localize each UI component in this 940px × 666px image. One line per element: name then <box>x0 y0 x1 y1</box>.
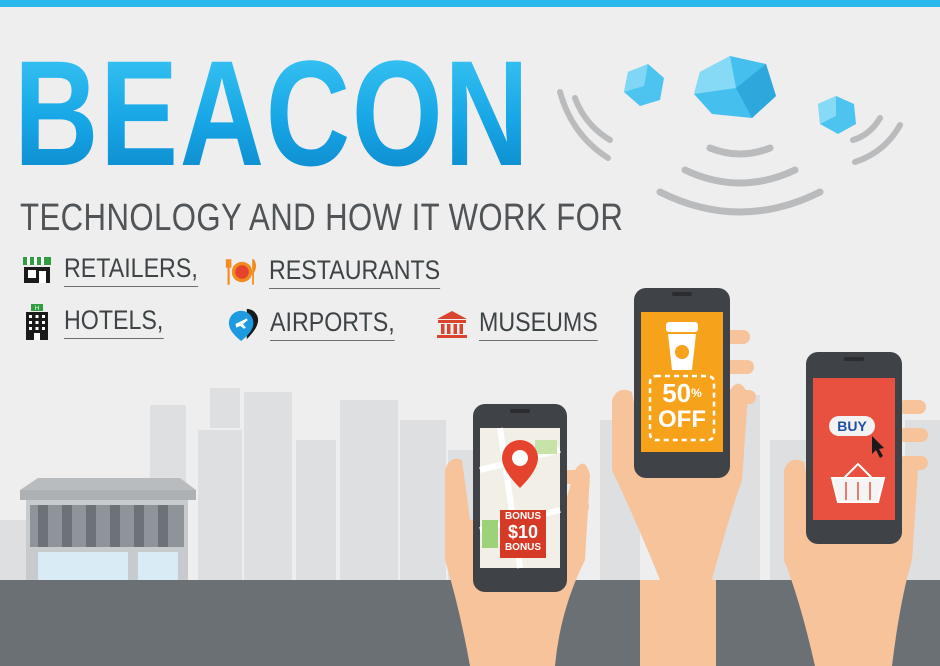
store-icon <box>20 253 54 287</box>
target-museums[interactable]: MUSEUMS <box>435 306 617 341</box>
hotel-icon: H <box>20 303 54 340</box>
phone-middle-coupon: 50% OFF <box>650 380 714 434</box>
bonus-label-bottom: BONUS <box>504 542 542 553</box>
phone-right <box>806 352 902 544</box>
page-subtitle: TECHNOLOGY AND HOW IT WORK FOR <box>20 197 624 239</box>
target-label: RESTAURANTS <box>269 254 441 289</box>
target-hotels[interactable]: H HOTELS, <box>20 303 180 340</box>
target-airports[interactable]: AIRPORTS, <box>226 306 415 341</box>
target-label: RETAILERS, <box>64 252 198 287</box>
bonus-amount: $10 <box>507 522 539 542</box>
target-retailers[interactable]: RETAILERS, <box>20 252 220 287</box>
discount-value: 50 <box>662 378 692 408</box>
museum-icon <box>435 307 469 341</box>
beacon-gems <box>624 56 856 134</box>
buy-button: BUY <box>829 416 875 436</box>
bonus-label-top: BONUS <box>504 511 542 522</box>
discount-percent: % <box>691 386 702 400</box>
svg-text:H: H <box>35 306 39 312</box>
phone-left-badge: BONUS $10 BONUS <box>500 511 546 553</box>
airport-icon <box>226 307 260 341</box>
phone-left <box>473 404 567 592</box>
page-title: BEACON <box>14 29 531 197</box>
target-label: HOTELS, <box>64 304 164 339</box>
restaurant-icon <box>225 255 259 289</box>
discount-off: OFF <box>658 406 706 433</box>
store-building <box>20 478 196 580</box>
target-label: AIRPORTS, <box>270 306 395 341</box>
target-label: MUSEUMS <box>479 306 598 341</box>
target-restaurants[interactable]: RESTAURANTS <box>225 254 468 289</box>
